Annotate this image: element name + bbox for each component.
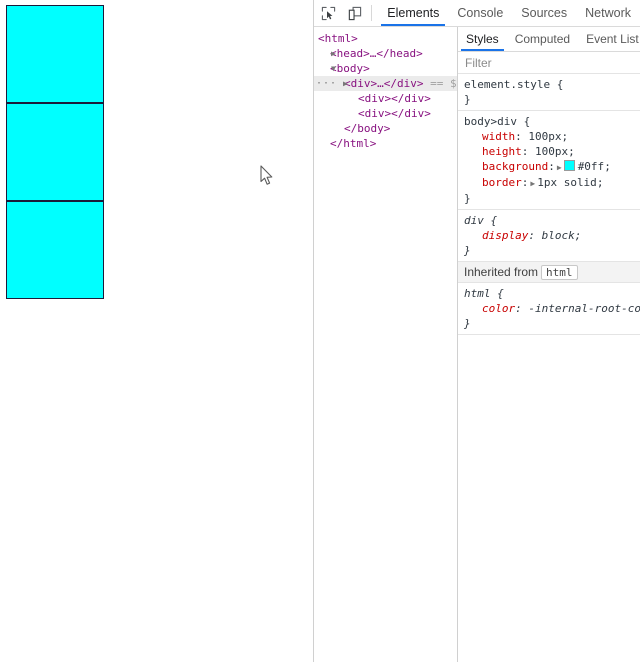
css-selector-line: body>div { (464, 115, 531, 128)
chevron-right-icon[interactable]: ▶ (331, 46, 341, 61)
tab-elements[interactable]: Elements (378, 1, 448, 26)
css-property-value: block (541, 229, 575, 242)
css-selector: element.style (464, 78, 551, 91)
css-rule-close: } (464, 192, 471, 205)
css-declaration-height[interactable]: height: 100px; (464, 144, 640, 159)
css-declaration-color[interactable]: color: -internal-root-col (464, 301, 640, 316)
dom-node-div-3[interactable]: <div></div> (314, 106, 457, 121)
inspect-element-icon[interactable] (318, 2, 340, 24)
css-property-value: 100px (535, 145, 569, 158)
css-property-value: #0ff (577, 160, 605, 173)
inherited-from-label: Inherited from (464, 265, 539, 279)
css-property-name: height (482, 145, 522, 158)
tab-event-listeners[interactable]: Event List (578, 28, 640, 51)
css-property-value: 100px (528, 130, 562, 143)
rendered-div-box-1[interactable] (6, 5, 104, 103)
inherited-from-header: Inherited from html (458, 262, 640, 283)
dom-node-html-open[interactable]: <html> (314, 31, 457, 46)
dom-node-label: <html> (318, 32, 358, 45)
css-declaration-background[interactable]: background: ▶ #0ff; (464, 159, 640, 175)
css-property-value: -internal-root-col (528, 302, 640, 315)
chevron-right-icon[interactable]: ▶ (528, 179, 537, 188)
chevron-right-icon[interactable]: ▶ (343, 76, 353, 91)
page-viewport (0, 0, 313, 662)
color-swatch-icon[interactable] (563, 160, 575, 171)
css-property-value: 1px solid (537, 176, 597, 189)
css-rule-element-style[interactable]: element.style { } (458, 74, 640, 111)
css-selector: html (464, 287, 491, 300)
css-selector-line: div { (464, 214, 498, 227)
chevron-right-icon[interactable]: ▶ (555, 163, 564, 172)
dom-tree-pane: <html> ▶ <head>…</head> ▼ <body> ··· ▶ <… (314, 27, 458, 662)
tab-network[interactable]: Network (576, 1, 640, 26)
dom-node-div-2[interactable]: <div></div> (314, 91, 457, 106)
css-property-name: width (482, 130, 516, 143)
console-ref-label: == $ (430, 77, 457, 90)
styles-tabbar: Styles Computed Event List (458, 27, 640, 52)
css-property-name: display (482, 229, 529, 242)
devtools-toolbar: Elements Console Sources Network (314, 0, 640, 27)
css-property-name: background (482, 160, 549, 173)
css-rule-div-useragent[interactable]: div { display: block; } (458, 210, 640, 262)
tab-console[interactable]: Console (448, 1, 512, 26)
chevron-down-icon[interactable]: ▼ (331, 61, 341, 76)
css-property-name: color (482, 302, 516, 315)
tab-styles[interactable]: Styles (458, 28, 507, 51)
dom-node-label: </body> (344, 122, 391, 135)
dom-node-label: <div>…</div> (344, 77, 424, 90)
more-options-icon[interactable]: ··· (316, 76, 337, 91)
styles-pane: Styles Computed Event List element.style… (458, 27, 640, 662)
dom-node-body-open[interactable]: ▼ <body> (314, 61, 457, 76)
styles-filter-input[interactable] (465, 55, 615, 70)
css-selector-line: element.style { (464, 78, 564, 91)
css-selector-line: html { (464, 287, 504, 300)
dom-node-html-close[interactable]: </html> (314, 136, 457, 151)
css-rule-html-inherited[interactable]: html { color: -internal-root-col } (458, 283, 640, 335)
devtools-body: <html> ▶ <head>…</head> ▼ <body> ··· ▶ <… (314, 27, 640, 662)
styles-filter-row (458, 52, 640, 74)
dom-node-label: <div></div> (358, 107, 431, 120)
toolbar-divider (371, 5, 373, 21)
dom-node-div-selected[interactable]: ··· ▶ <div>…</div> == $ (314, 76, 457, 91)
css-declaration-border[interactable]: border: ▶ 1px solid; (464, 175, 640, 191)
css-property-name: border (482, 176, 522, 189)
devtools-panel: Elements Console Sources Network <html> … (313, 0, 640, 662)
css-selector: body>div (464, 115, 517, 128)
rendered-div-box-3[interactable] (6, 201, 104, 299)
dom-node-label: <head>…</head> (330, 47, 423, 60)
css-selector: div (464, 214, 484, 227)
dom-node-body-close[interactable]: </body> (314, 121, 457, 136)
inherited-source-chip[interactable]: html (541, 265, 578, 280)
css-declaration-display[interactable]: display: block; (464, 228, 640, 243)
mouse-cursor-icon (260, 165, 273, 185)
rendered-div-box-2[interactable] (6, 103, 104, 201)
css-rule-close: } (464, 244, 471, 257)
tab-computed[interactable]: Computed (507, 28, 578, 51)
css-rule-body-div[interactable]: body>div { width: 100px; height: 100px; … (458, 111, 640, 210)
dom-node-label: </html> (330, 137, 377, 150)
device-toolbar-icon[interactable] (344, 2, 366, 24)
css-declaration-width[interactable]: width: 100px; (464, 129, 640, 144)
dom-node-head[interactable]: ▶ <head>…</head> (314, 46, 457, 61)
dom-node-label: <div></div> (358, 92, 431, 105)
tab-sources[interactable]: Sources (512, 1, 576, 26)
css-rule-close: } (464, 93, 471, 106)
css-rule-close: } (464, 317, 471, 330)
